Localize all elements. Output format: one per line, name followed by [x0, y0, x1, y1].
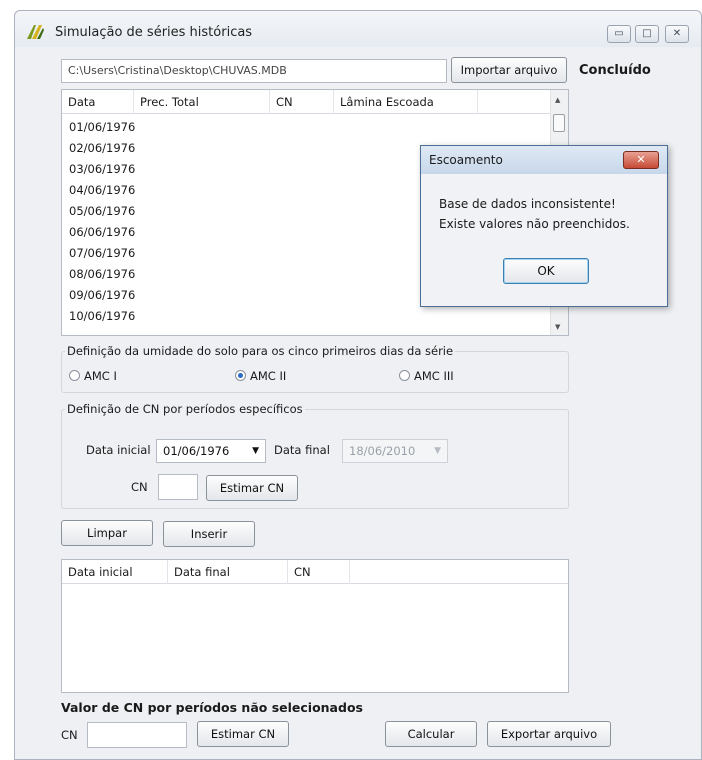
- clear-button[interactable]: Limpar: [61, 520, 153, 546]
- start-date-label: Data inicial: [86, 443, 151, 457]
- insert-button[interactable]: Inserir: [163, 521, 255, 547]
- table-row[interactable]: 07/06/1976: [69, 243, 135, 263]
- table-row[interactable]: 04/06/1976: [69, 180, 135, 200]
- calculate-button[interactable]: Calcular: [385, 721, 477, 747]
- amc-group-label: Definição da umidade do solo para os cin…: [65, 344, 456, 358]
- bottom-cn-input[interactable]: [87, 722, 187, 748]
- table-row[interactable]: 10/06/1976: [69, 306, 135, 326]
- dialog-title: Escoamento: [429, 153, 503, 167]
- dialog-title-bar: Escoamento ✕: [421, 146, 667, 174]
- chevron-down-icon[interactable]: ▼: [252, 440, 259, 462]
- scroll-down-icon[interactable]: ▼: [555, 323, 560, 331]
- radio-checked-icon: [235, 370, 246, 381]
- radio-amc-1[interactable]: AMC I: [69, 369, 117, 383]
- table-row[interactable]: 09/06/1976: [69, 285, 135, 305]
- close-button[interactable]: ✕: [665, 25, 689, 43]
- main-window: Simulação de séries históricas ▭ □ ✕ C:\…: [14, 10, 702, 760]
- import-file-button[interactable]: Importar arquivo: [451, 57, 567, 83]
- chevron-down-icon[interactable]: ▼: [434, 440, 441, 462]
- radio-unchecked-icon: [69, 370, 80, 381]
- table-row[interactable]: 06/06/1976: [69, 222, 135, 242]
- end-date-value: 18/06/2010: [349, 444, 416, 458]
- dialog-message-line2: Existe valores não preenchidos.: [439, 217, 630, 231]
- col-header-end-date[interactable]: Data final: [168, 560, 288, 584]
- cn-period-group: [61, 409, 569, 509]
- start-date-value: 01/06/1976: [163, 444, 230, 458]
- status-label: Concluído: [579, 63, 651, 78]
- radio-amc-2[interactable]: AMC II: [235, 369, 286, 383]
- minimize-button[interactable]: ▭: [607, 25, 631, 43]
- radio-label: AMC I: [84, 369, 117, 383]
- periods-table[interactable]: Data inicial Data final CN: [61, 559, 569, 693]
- series-table-header: Data Prec. Total CN Lâmina Escoada: [62, 90, 552, 114]
- bottom-estimate-cn-button[interactable]: Estimar CN: [197, 721, 289, 747]
- estimate-cn-button[interactable]: Estimar CN: [206, 475, 298, 501]
- col-header-start-date[interactable]: Data inicial: [62, 560, 168, 584]
- table-row[interactable]: 02/06/1976: [69, 138, 135, 158]
- dialog-message-line1: Base de dados inconsistente!: [439, 197, 616, 211]
- col-header-lamina[interactable]: Lâmina Escoada: [334, 90, 478, 114]
- dialog-close-button[interactable]: ✕: [623, 151, 659, 169]
- radio-unchecked-icon: [399, 370, 410, 381]
- export-file-button[interactable]: Exportar arquivo: [487, 721, 611, 747]
- maximize-button[interactable]: □: [635, 25, 659, 43]
- ok-button[interactable]: OK: [503, 258, 589, 284]
- col-header-cn[interactable]: CN: [270, 90, 334, 114]
- periods-table-header: Data inicial Data final CN: [62, 560, 568, 584]
- end-date-picker[interactable]: 18/06/2010 ▼: [342, 439, 448, 463]
- unselected-cn-title: Valor de CN por períodos não selecionado…: [61, 700, 363, 715]
- scrollbar-thumb[interactable]: [553, 114, 565, 132]
- col-header-prec-total[interactable]: Prec. Total: [134, 90, 270, 114]
- table-row[interactable]: 01/06/1976: [69, 117, 135, 137]
- radio-label: AMC II: [250, 369, 287, 383]
- bottom-cn-label: CN: [61, 728, 78, 742]
- table-row[interactable]: 08/06/1976: [69, 264, 135, 284]
- app-icon: [27, 25, 44, 39]
- file-path-field[interactable]: C:\Users\Cristina\Desktop\CHUVAS.MDB: [61, 59, 447, 83]
- scroll-up-icon[interactable]: ▲: [555, 96, 560, 104]
- cn-input[interactable]: [158, 474, 198, 500]
- table-row[interactable]: 03/06/1976: [69, 159, 135, 179]
- title-bar: Simulação de séries históricas ▭ □ ✕: [15, 11, 701, 47]
- radio-label: AMC III: [414, 369, 454, 383]
- cn-label: CN: [131, 480, 148, 494]
- col-header-cn[interactable]: CN: [288, 560, 350, 584]
- start-date-picker[interactable]: 01/06/1976 ▼: [156, 439, 266, 463]
- col-header-data[interactable]: Data: [62, 90, 134, 114]
- end-date-label: Data final: [274, 443, 330, 457]
- table-row[interactable]: 05/06/1976: [69, 201, 135, 221]
- window-title: Simulação de séries históricas: [55, 25, 253, 40]
- escoamento-dialog: Escoamento ✕ Base de dados inconsistente…: [420, 145, 668, 307]
- radio-amc-3[interactable]: AMC III: [399, 369, 454, 383]
- cn-period-group-label: Definição de CN por períodos específicos: [65, 402, 305, 416]
